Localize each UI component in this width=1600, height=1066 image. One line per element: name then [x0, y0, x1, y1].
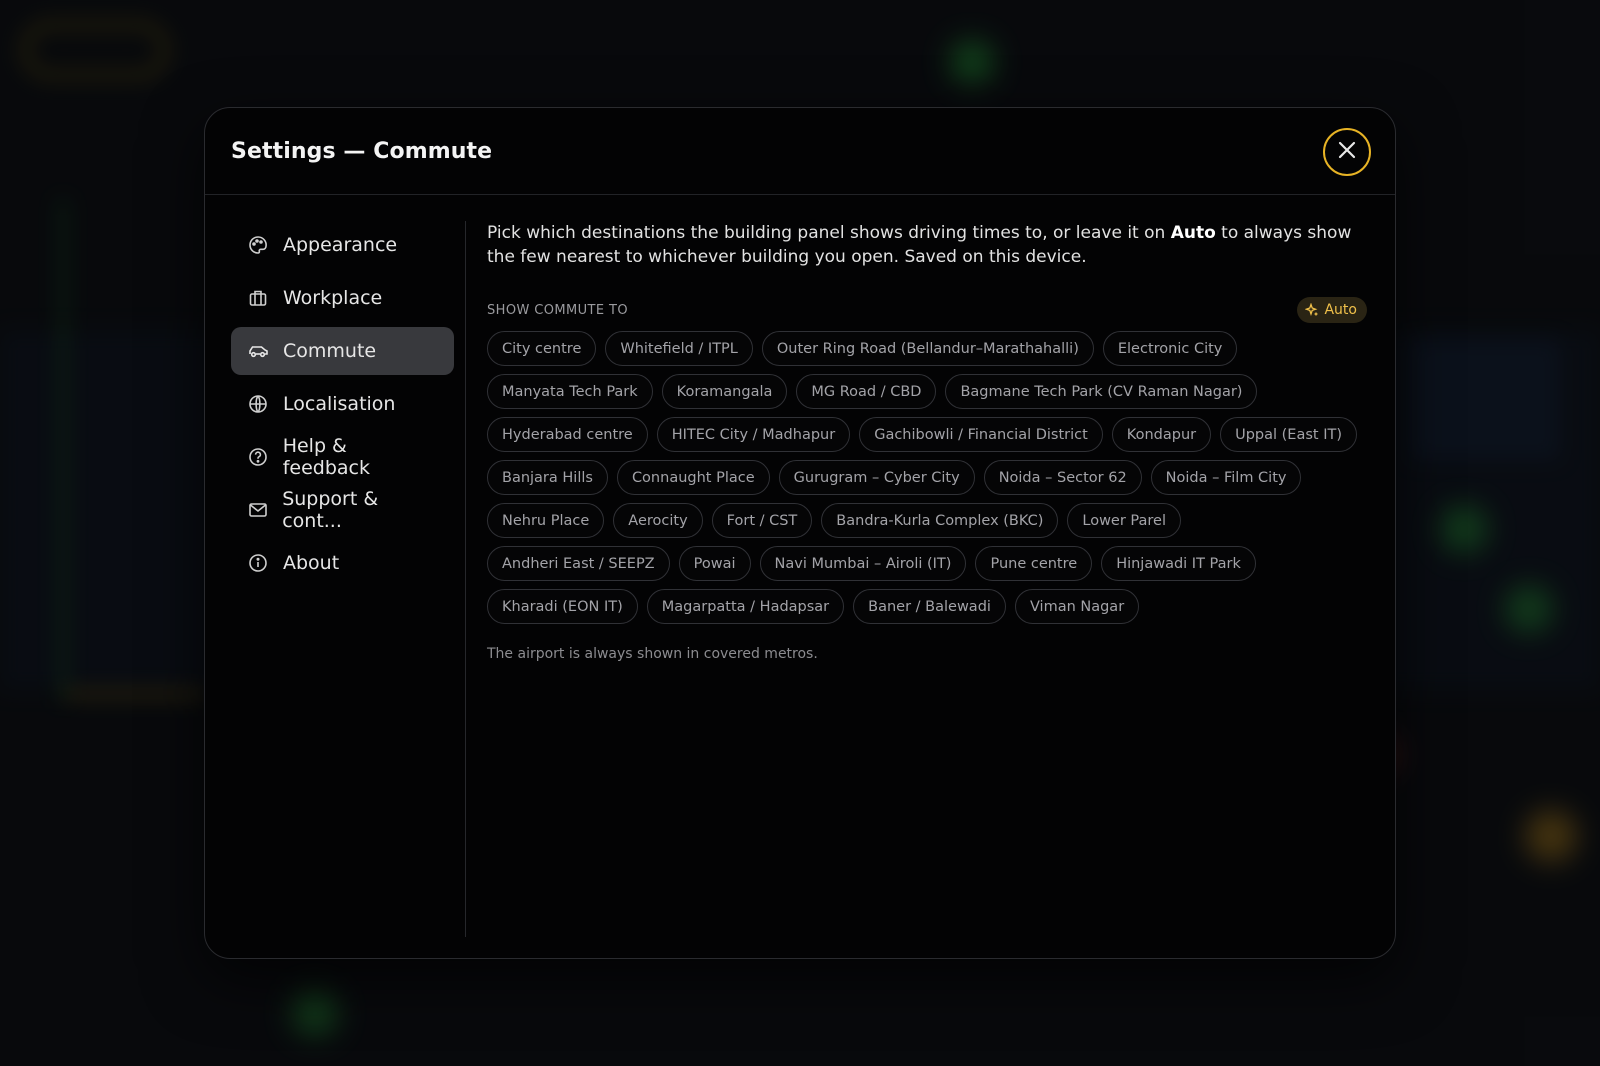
sidebar-item-label: Appearance — [283, 234, 398, 256]
destination-chip[interactable]: Gurugram – Cyber City — [778, 460, 975, 495]
destination-chip[interactable]: Koramangala — [661, 374, 788, 409]
destination-chip[interactable]: Andheri East / SEEPZ — [487, 546, 670, 581]
destination-chip[interactable]: Viman Nagar — [1014, 589, 1140, 624]
destination-chip[interactable]: Noida – Film City — [1150, 460, 1302, 495]
sidebar-item-label: Commute — [283, 340, 377, 362]
destination-chip[interactable]: Magarpatta / Hadapsar — [646, 589, 845, 624]
destination-chip[interactable]: Navi Mumbai – Airoli (IT) — [759, 546, 967, 581]
car-icon — [247, 340, 269, 362]
sidebar-item-label: Workplace — [283, 287, 383, 309]
destination-chip[interactable]: Uppal (East IT) — [1220, 417, 1357, 452]
destination-chips: City centre Whitefield / ITPL Outer Ring R… — [487, 331, 1367, 624]
sidebar-item-about[interactable]: About — [231, 539, 454, 587]
destination-chip[interactable]: MG Road / CBD — [796, 374, 937, 409]
destination-chip[interactable]: City centre — [487, 331, 597, 366]
close-icon — [1337, 140, 1357, 164]
section-header: SHOW COMMUTE TO Auto — [487, 297, 1367, 323]
sidebar-item-appearance[interactable]: Appearance — [231, 221, 454, 269]
sidebar-item-label: Help & feedback — [282, 435, 370, 479]
destination-chip[interactable]: Gachibowli / Financial District — [859, 417, 1103, 452]
destination-chip[interactable]: Whitefield / ITPL — [605, 331, 753, 366]
auto-badge-label: Auto — [1324, 302, 1357, 318]
destination-chip[interactable]: Lower Parel — [1067, 503, 1181, 538]
destination-chip[interactable]: Fort / CST — [711, 503, 813, 538]
destination-chip[interactable]: Bagmane Tech Park (CV Raman Nagar) — [945, 374, 1258, 409]
commute-settings-panel: Pick which destinations the building pan… — [487, 221, 1367, 662]
destination-chip[interactable]: Nehru Place — [487, 503, 605, 538]
destination-chip[interactable]: Outer Ring Road (Bellandur–Marathahalli) — [761, 331, 1094, 366]
sparkle-icon — [1305, 303, 1319, 317]
auto-toggle-button[interactable]: Auto — [1297, 297, 1367, 323]
destination-chip[interactable]: Noida – Sector 62 — [983, 460, 1142, 495]
settings-sidebar: Appearance Workplace Commute Localisatio… — [231, 221, 454, 592]
destination-chip[interactable]: Banjara Hills — [487, 460, 608, 495]
palette-icon — [247, 234, 269, 256]
destination-chip[interactable]: Manyata Tech Park — [487, 374, 653, 409]
destination-chip[interactable]: HITEC City / Madhapur — [656, 417, 851, 452]
destination-chip[interactable]: Hyderabad centre — [487, 417, 648, 452]
close-button[interactable] — [1323, 128, 1371, 176]
destination-chip[interactable]: Powai — [678, 546, 751, 581]
sidebar-item-commute[interactable]: Commute — [231, 327, 454, 375]
sidebar-item-workplace[interactable]: Workplace — [231, 274, 454, 322]
mail-icon — [247, 499, 268, 521]
sidebar-item-label: About — [283, 552, 340, 574]
destination-chip[interactable]: Baner / Balewadi — [853, 589, 1006, 624]
sidebar-item-help[interactable]: Help & feedback — [231, 433, 454, 481]
destination-chip[interactable]: Connaught Place — [616, 460, 770, 495]
sidebar-item-support[interactable]: Support & cont... — [231, 486, 454, 534]
destination-chip[interactable]: Aerocity — [613, 503, 703, 538]
destination-chip[interactable]: Kharadi (EON IT) — [487, 589, 638, 624]
sidebar-divider — [465, 221, 466, 937]
sidebar-item-label: Support & cont... — [282, 488, 379, 532]
intro-text: Pick which destinations the building pan… — [487, 223, 1352, 267]
destination-chip[interactable]: Hinjawadi IT Park — [1101, 546, 1256, 581]
destination-chip[interactable]: Electronic City — [1102, 331, 1238, 366]
destination-chip[interactable]: Bandra-Kurla Complex (BKC) — [821, 503, 1059, 538]
modal-header: Settings — Commute — [205, 108, 1395, 195]
modal-title: Settings — Commute — [231, 138, 493, 164]
destination-chip[interactable]: Pune centre — [975, 546, 1093, 581]
sidebar-item-label: Localisation — [283, 393, 396, 415]
settings-modal: Settings — Commute Appearance Workplace … — [204, 107, 1396, 959]
footnote: The airport is always shown in covered m… — [487, 646, 818, 662]
info-icon — [247, 552, 269, 574]
briefcase-icon — [247, 287, 269, 309]
help-circle-icon — [247, 446, 269, 468]
globe-icon — [247, 393, 269, 415]
destination-chip[interactable]: Kondapur — [1111, 417, 1212, 452]
section-label: SHOW COMMUTE TO — [487, 302, 628, 318]
sidebar-item-localisation[interactable]: Localisation — [231, 380, 454, 428]
